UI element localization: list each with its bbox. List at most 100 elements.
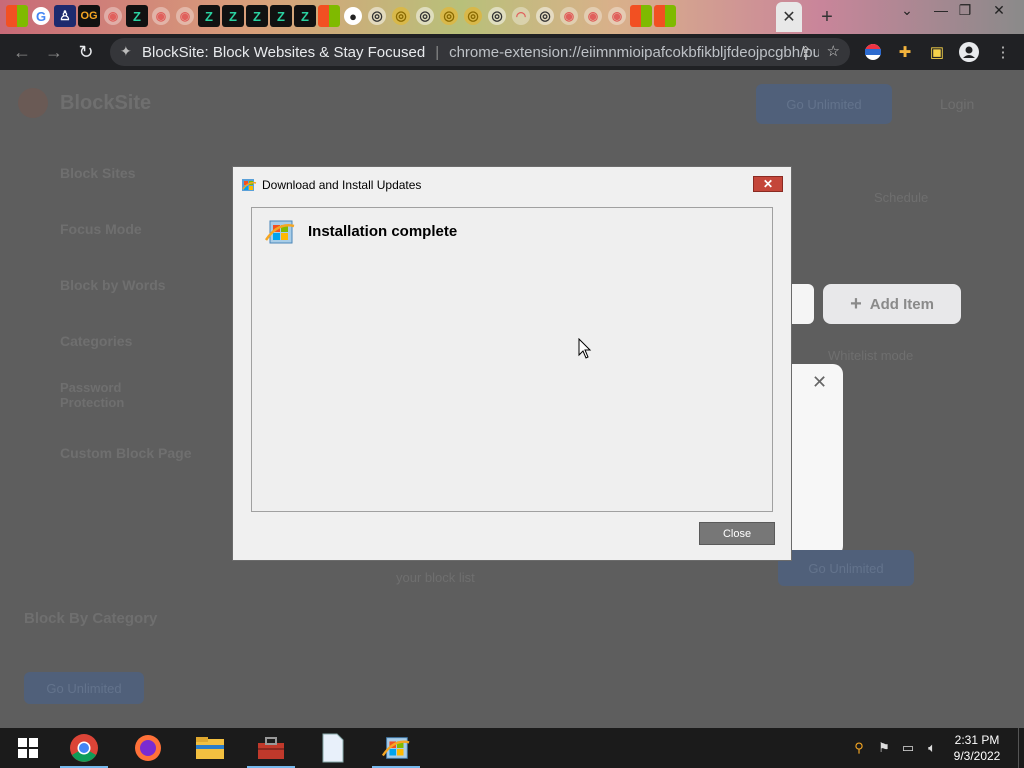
address-bar[interactable]: ✦ BlockSite: Block Websites & Stay Focus… [110, 38, 850, 66]
whitelist-mode-label[interactable]: Whitelist mode [828, 348, 913, 363]
action-center-flag-icon[interactable]: ⚑ [875, 740, 893, 756]
taskbar-notepad-file[interactable] [305, 728, 361, 768]
tab-list: G ♙ OG ◉ Z ◉ ◉ Z Z Z Z Z ● ◎ ◎ ◎ ◎ ◎ ◎ ◠… [6, 5, 676, 27]
dialog-heading: Installation complete [308, 223, 458, 240]
tab-favicon-gold-ring[interactable]: ◎ [464, 7, 482, 25]
taskbar-firefox[interactable] [120, 728, 176, 768]
tab-favicon-gold-ring[interactable]: ◎ [392, 7, 410, 25]
tab-favicon-shield[interactable]: ◉ [152, 7, 170, 25]
tab-favicon-z-logo[interactable]: Z [126, 5, 148, 27]
tab-favicon-z-logo[interactable]: Z [294, 5, 316, 27]
tab-favicon-chrome-ring[interactable]: ◎ [368, 7, 386, 25]
tab-favicon-shield[interactable]: ◉ [608, 7, 626, 25]
windows-update-icon [242, 179, 257, 191]
sidebar-item-block-by-words[interactable]: Block by Words [60, 277, 166, 293]
add-item-label: Add Item [869, 295, 934, 313]
url-separator: | [435, 43, 440, 61]
reload-icon[interactable]: ↻ [74, 40, 98, 64]
header-login-link[interactable]: Login [940, 96, 974, 112]
toolbox-icon [258, 737, 284, 759]
header-go-unlimited-button[interactable]: Go Unlimited [756, 84, 892, 124]
tab-favicon-rainbow[interactable]: ◠ [512, 7, 530, 25]
sidebar-item-password-protection[interactable]: Password Protection [60, 380, 150, 410]
tab-favicon-ms-tile[interactable] [654, 5, 676, 27]
tab-favicon-person[interactable]: ♙ [54, 5, 76, 27]
tab-strip: G ♙ OG ◉ Z ◉ ◉ Z Z Z Z Z ● ◎ ◎ ◎ ◎ ◎ ◎ ◠… [0, 0, 1024, 34]
blocksite-logo-text: BlockSite [60, 92, 152, 114]
dialog-titlebar[interactable]: Download and Install Updates ✕ [233, 167, 791, 203]
tab-favicon-z-logo[interactable]: Z [246, 5, 268, 27]
tab-favicon-z-logo[interactable]: Z [222, 5, 244, 27]
taskbar-windows-update[interactable] [368, 728, 424, 768]
tab-favicon-z-logo[interactable]: Z [270, 5, 292, 27]
show-desktop-button[interactable] [1018, 728, 1024, 768]
tab-favicon-chrome-ring[interactable]: ◎ [488, 7, 506, 25]
dialog-title: Download and Install Updates [262, 178, 422, 192]
search-key-icon[interactable]: ⚲ [850, 740, 868, 756]
puzzle-piece-icon: ✦ [120, 43, 132, 59]
sidebar-item-categories[interactable]: Categories [60, 333, 132, 349]
page-title: BlockSite: Block Websites & Stay Focused [142, 43, 426, 61]
tab-favicon-shield[interactable]: ◉ [104, 7, 122, 25]
taskbar-file-explorer[interactable] [182, 728, 238, 768]
sidebar-item-focus-mode[interactable]: Focus Mode [60, 221, 142, 237]
windows-update-icon [264, 220, 295, 244]
clock-time: 2:31 PM [954, 733, 1000, 747]
tab-search-chevron-icon[interactable]: ⌄ [892, 0, 922, 20]
start-button[interactable] [0, 728, 56, 768]
bookmark-star-icon[interactable]: ☆ [827, 42, 840, 60]
tab-favicon-github[interactable]: ● [344, 7, 362, 25]
windows-taskbar: ⚲ ⚑ ▭ 🔈︎ 2:31 PM 9/3/2022 [0, 728, 1024, 768]
clock-date: 9/3/2022 [953, 749, 1001, 763]
tab-favicon-shield[interactable]: ◉ [176, 7, 194, 25]
dialog-close-x-button[interactable]: ✕ [753, 176, 783, 192]
back-arrow-icon[interactable]: ← [10, 40, 34, 64]
menu-kebab-icon[interactable]: ⋮ [992, 41, 1014, 63]
tab-favicon-shield[interactable]: ◉ [560, 7, 578, 25]
url-text: chrome-extension://eiimnmioipafcokbfikbl… [449, 43, 820, 61]
tab-favicon-chrome-ring[interactable]: ◎ [416, 7, 434, 25]
plus-icon: + [850, 292, 862, 315]
tab-favicon-ms-tile[interactable] [630, 5, 652, 27]
schedule-label[interactable]: Schedule [874, 190, 928, 205]
side-panel-icon[interactable]: ▣ [926, 41, 948, 63]
taskbar-toolbox[interactable] [243, 728, 299, 768]
flag-extension-icon[interactable] [862, 41, 884, 63]
taskbar-clock[interactable]: 2:31 PM 9/3/2022 [944, 732, 1010, 764]
profile-avatar[interactable] [958, 41, 980, 63]
tab-favicon-ms-tile[interactable] [318, 5, 340, 27]
dialog-content-panel: Installation complete [251, 207, 773, 512]
tab-favicon-chrome-ring[interactable]: ◎ [536, 7, 554, 25]
bottom-block-list-text: your block list [396, 570, 475, 585]
new-tab-button[interactable]: + [816, 6, 838, 28]
tab-favicon-og[interactable]: OG [78, 5, 100, 27]
extensions-puzzle-icon[interactable]: ✚ [894, 41, 916, 63]
add-item-button[interactable]: + Add Item [823, 284, 961, 324]
sidebar-item-block-sites[interactable]: Block Sites [60, 165, 135, 181]
blocksite-logo-icon [18, 88, 48, 118]
folder-icon [196, 737, 224, 759]
document-icon [322, 733, 344, 763]
tab-favicon-google[interactable]: G [32, 7, 50, 25]
active-tab-close-icon[interactable]: ✕ [776, 2, 802, 32]
sidebar-item-custom-block-page[interactable]: Custom Block Page [60, 445, 191, 461]
forward-arrow-icon[interactable]: → [42, 40, 66, 64]
volume-icon[interactable]: 🔈︎ [923, 740, 941, 756]
share-icon[interactable]: ⇪ [799, 43, 812, 61]
maximize-button[interactable]: ❐ [950, 0, 980, 20]
network-icon[interactable]: ▭ [899, 740, 917, 756]
popup-close-icon[interactable]: ✕ [812, 372, 827, 393]
windows-update-icon [381, 737, 410, 759]
tab-favicon-shield[interactable]: ◉ [584, 7, 602, 25]
tab-favicon-ms-tile[interactable] [6, 5, 28, 27]
promo-go-unlimited-button[interactable]: Go Unlimited [24, 672, 144, 704]
close-button[interactable]: Close [699, 522, 775, 545]
taskbar-chrome[interactable] [56, 728, 112, 768]
chrome-icon [70, 734, 98, 762]
popup-card-edge: ✕ [790, 364, 843, 556]
windows-logo-icon [18, 738, 38, 758]
window-close-button[interactable]: ✕ [984, 0, 1014, 20]
bottom-go-unlimited-button[interactable]: Go Unlimited [778, 550, 914, 586]
tab-favicon-z-logo[interactable]: Z [198, 5, 220, 27]
tab-favicon-gold-ring[interactable]: ◎ [440, 7, 458, 25]
